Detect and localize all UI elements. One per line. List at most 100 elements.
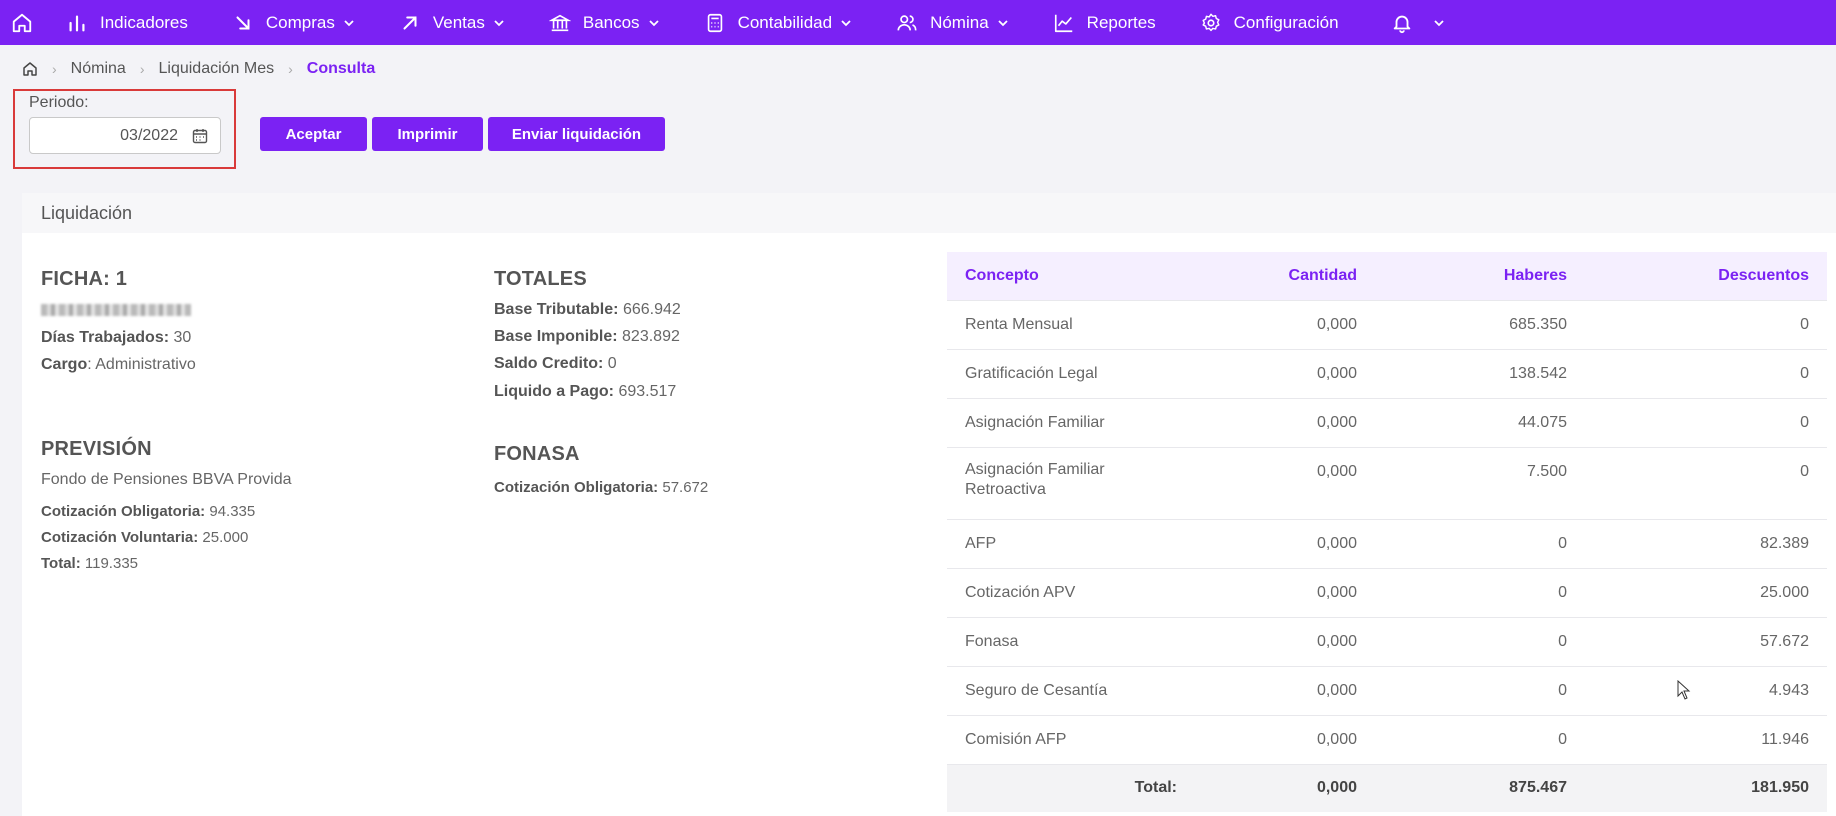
nav-item-ventas[interactable]: Ventas [377, 0, 527, 45]
calendar-icon[interactable] [192, 128, 208, 144]
card-title: Liquidación [22, 193, 1836, 233]
send-liquidation-button[interactable]: Enviar liquidación [488, 117, 665, 151]
cell-cantidad: 0,000 [1177, 714, 1357, 764]
employee-name-redacted [41, 303, 196, 319]
header-descuentos: Descuentos [1567, 252, 1827, 300]
table-row: Gratificación Legal 0,000 138.542 0 [947, 348, 1827, 398]
ficha-title: FICHA: 1 [41, 268, 128, 290]
line-chart-icon [1053, 12, 1075, 34]
nav-item-label: Contabilidad [737, 12, 833, 32]
cell-descuentos: 0 [1567, 299, 1827, 349]
cargo: Cargo: Administrativo [41, 356, 196, 373]
nav-item-configuracion[interactable]: Configuración [1178, 0, 1361, 45]
liquido-a-pago: Liquido a Pago: 693.517 [494, 383, 677, 400]
nav-item-bancos[interactable]: Bancos [527, 0, 682, 45]
period-value: 03/2022 [120, 126, 178, 144]
breadcrumb: › Nómina › Liquidación Mes › Consulta [22, 60, 375, 78]
cell-haberes: 0 [1357, 665, 1567, 715]
cell-descuentos: 0 [1567, 348, 1827, 398]
period-label: Periodo: [29, 94, 89, 111]
table-row: Cotización APV 0,000 0 25.000 [947, 567, 1827, 617]
nav-item-compras[interactable]: Compras [210, 0, 377, 45]
home-icon [23, 62, 37, 76]
bell-icon [1391, 12, 1413, 34]
cell-cantidad: 0,000 [1177, 348, 1357, 398]
breadcrumb-separator: › [52, 61, 57, 77]
prevision-cotizacion-voluntaria: Cotización Voluntaria: 25.000 [41, 529, 249, 546]
chevron-down-icon [648, 17, 660, 29]
chevron-down-icon [493, 17, 505, 29]
chevron-down-icon [343, 17, 355, 29]
base-tributable: Base Tributable: 666.942 [494, 301, 681, 318]
base-imponible: Base Imponible: 823.892 [494, 328, 680, 345]
users-icon [896, 12, 918, 34]
cell-concepto: AFP [947, 518, 1177, 568]
dias-trabajados: Días Trabajados: 30 [41, 329, 192, 346]
print-button[interactable]: Imprimir [372, 117, 483, 151]
cell-concepto: Cotización APV [947, 567, 1177, 617]
total-haberes: 875.467 [1357, 763, 1567, 812]
prevision-section: PREVISIÓN Fondo de Pensiones BBVA Provid… [41, 438, 292, 572]
ficha-section: FICHA: 1 Días Trabajados: 30 Cargo: Admi… [41, 268, 196, 374]
prevision-cotizacion-obligatoria: Cotización Obligatoria: 94.335 [41, 503, 256, 520]
total-cantidad: 0,000 [1177, 763, 1357, 812]
cell-concepto: Fonasa [947, 616, 1177, 666]
table-row: Asignación Familiar Retroactiva 0,000 7.50… [947, 446, 1827, 519]
table-row: Seguro de Cesantía 0,000 0 4.943 [947, 665, 1827, 715]
arrow-down-right-icon [232, 12, 254, 34]
chevron-down-icon [997, 17, 1009, 29]
nav-item-label: Configuración [1233, 12, 1339, 32]
cell-haberes: 0 [1357, 616, 1567, 666]
cell-cantidad: 0,000 [1177, 397, 1357, 447]
fonasa-title: FONASA [494, 443, 580, 465]
bar-chart-icon [66, 12, 88, 34]
accept-button[interactable]: Aceptar [260, 117, 367, 151]
cell-haberes: 138.542 [1357, 348, 1567, 398]
fonasa-cotizacion-obligatoria: Cotización Obligatoria: 57.672 [494, 479, 709, 496]
cell-descuentos: 57.672 [1567, 616, 1827, 666]
nav-item-indicadores[interactable]: Indicadores [44, 0, 210, 45]
prevision-fondo: Fondo de Pensiones BBVA Provida [41, 471, 292, 488]
cell-descuentos: 0 [1567, 446, 1827, 519]
cell-cantidad: 0,000 [1177, 665, 1357, 715]
nav-item-reportes[interactable]: Reportes [1031, 0, 1178, 45]
home-icon [12, 13, 32, 32]
cell-descuentos: 0 [1567, 397, 1827, 447]
fonasa-section: FONASA Cotización Obligatoria: 57.672 [494, 443, 708, 496]
table-row: Fonasa 0,000 0 57.672 [947, 616, 1827, 666]
cell-haberes: 7.500 [1357, 446, 1567, 519]
liquidation-table: Concepto Cantidad Haberes Descuentos Ren… [947, 252, 1827, 812]
mouse-cursor-icon [1677, 680, 1691, 700]
cell-concepto: Gratificación Legal [947, 348, 1177, 398]
cell-concepto: Asignación Familiar Retroactiva [947, 446, 1177, 519]
nav-item-label: Nómina [930, 12, 989, 32]
breadcrumb-home[interactable] [22, 61, 38, 77]
gear-icon [1200, 12, 1222, 34]
nav-item-contabilidad[interactable]: Contabilidad [682, 0, 875, 45]
cell-cantidad: 0,000 [1177, 446, 1357, 519]
breadcrumb-item-nomina[interactable]: Nómina [71, 60, 126, 78]
header-cantidad: Cantidad [1177, 252, 1357, 300]
chevron-down-icon [1433, 17, 1445, 29]
breadcrumb-item-liquidacion-mes[interactable]: Liquidación Mes [158, 60, 274, 78]
cell-cantidad: 0,000 [1177, 518, 1357, 568]
table-row: Asignación Familiar 0,000 44.075 0 [947, 397, 1827, 447]
nav-item-nomina[interactable]: Nómina [874, 0, 1031, 45]
home-nav-button[interactable] [0, 0, 44, 45]
period-input[interactable]: 03/2022 [29, 117, 221, 154]
saldo-credito: Saldo Credito: 0 [494, 355, 617, 372]
calculator-icon [704, 12, 726, 34]
cell-haberes: 0 [1357, 714, 1567, 764]
breadcrumb-separator: › [288, 61, 293, 77]
nav-item-label: Reportes [1086, 12, 1156, 32]
chevron-down-icon [840, 17, 852, 29]
cell-haberes: 0 [1357, 518, 1567, 568]
nav-item-label: Bancos [582, 12, 640, 32]
cell-concepto: Asignación Familiar [947, 397, 1177, 447]
table-header-row: Concepto Cantidad Haberes Descuentos [947, 252, 1827, 300]
total-label: Total: [947, 763, 1177, 812]
total-descuentos: 181.950 [1567, 763, 1827, 812]
totales-title: TOTALES [494, 268, 587, 290]
notifications-button[interactable] [1361, 0, 1467, 45]
table-row: Renta Mensual 0,000 685.350 0 [947, 299, 1827, 349]
